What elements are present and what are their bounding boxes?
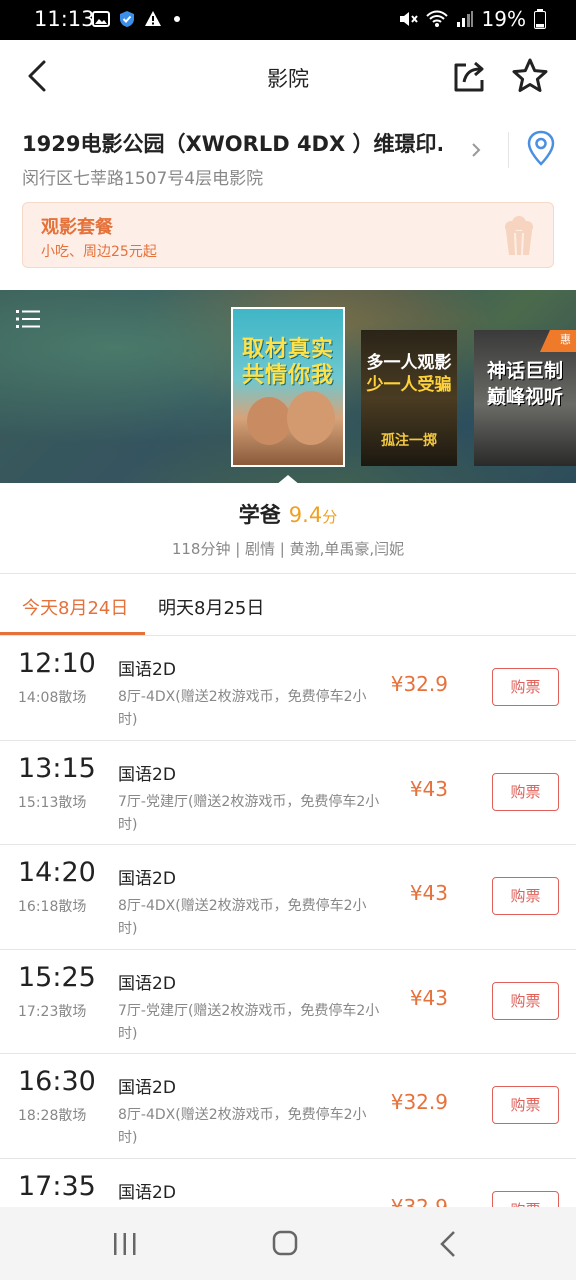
combo-title: 观影套餐	[41, 217, 113, 238]
tab-today[interactable]: 今天8月24日	[22, 594, 128, 620]
wifi-icon	[425, 10, 448, 27]
system-navigation-bar	[0, 1207, 576, 1280]
end-time: 16:18散场	[18, 899, 87, 915]
language-format: 国语2D	[118, 764, 176, 785]
movie-title-row: 学爸 9.4分	[0, 499, 576, 529]
share-icon[interactable]	[450, 56, 490, 96]
battery-icon	[534, 9, 546, 29]
showtime-row[interactable]: 13:15 15:13散场 国语2D 7厅-党建厅(赠送2枚游戏币，免费停车2小…	[0, 741, 576, 845]
snack-combo-banner[interactable]: 观影套餐 小吃、周边25元起	[22, 202, 554, 268]
movie-poster[interactable]: 多一人观影 少一人受骗 孤注一掷	[361, 330, 457, 466]
start-time: 12:10	[18, 648, 96, 679]
popcorn-icon	[505, 216, 533, 256]
movie-info: 学爸 9.4分 118分钟 | 剧情 | 黄渤,单禹豪,闫妮	[0, 483, 576, 573]
poster-figure	[287, 391, 335, 445]
hall-info: 8厅-4DX(赠送2枚游戏币，免费停车2小时)	[118, 689, 367, 728]
poster-text: 少一人受骗	[366, 375, 452, 395]
poster-text: 孤注一掷	[381, 433, 437, 449]
cinema-address: 闵行区七莘路1507号4层电影院	[22, 169, 264, 189]
start-time: 14:20	[18, 857, 96, 888]
movie-poster[interactable]: 神话巨制 巅峰视听 惠	[474, 330, 576, 466]
end-time: 15:13散场	[18, 794, 87, 811]
poster-text: 共情你我	[241, 363, 334, 388]
ticket-price: ¥32.9	[390, 1090, 448, 1114]
back-nav-icon[interactable]	[437, 1229, 459, 1259]
ticket-price: ¥43	[409, 985, 448, 1010]
start-time: 15:25	[18, 961, 96, 993]
gallery-icon	[92, 11, 110, 27]
home-icon[interactable]	[271, 1229, 299, 1257]
language-format: 国语2D	[118, 869, 176, 889]
chevron-right-icon[interactable]	[464, 138, 488, 162]
movie-score-unit: 分	[322, 508, 338, 526]
end-time: 14:08散场	[18, 690, 87, 706]
divider	[508, 132, 509, 168]
tab-tomorrow[interactable]: 明天8月25日	[158, 594, 264, 620]
end-time: 18:28散场	[18, 1108, 87, 1124]
showtime-row[interactable]: 14:20 16:18散场 国语2D 8厅-4DX(赠送2枚游戏币，免费停车2小…	[0, 845, 576, 950]
more-notifications-dot	[174, 16, 180, 22]
ticket-price: ¥43	[409, 776, 448, 801]
cinema-info[interactable]: 1929电影公园（XWORLD 4DX ）维璟印... 闵行区七莘路1507号4…	[0, 112, 576, 198]
movie-score: 9.4	[288, 503, 323, 527]
showtime-row[interactable]: 16:30 18:28散场 国语2D 8厅-4DX(赠送2枚游戏币，免费停车2小…	[0, 1054, 576, 1159]
showtime-list: 12:10 14:08散场 国语2D 8厅-4DX(赠送2枚游戏币，免费停车2小…	[0, 636, 576, 1263]
buy-ticket-button[interactable]: 购票	[492, 1086, 559, 1124]
favorite-star-icon[interactable]	[510, 56, 550, 96]
date-tabs: 今天8月24日 明天8月25日	[0, 574, 576, 636]
cinema-name: 1929电影公园（XWORLD 4DX ）维璟印...	[22, 132, 442, 156]
showtime-row[interactable]: 12:10 14:08散场 国语2D 8厅-4DX(赠送2枚游戏币，免费停车2小…	[0, 636, 576, 741]
warning-icon	[145, 11, 161, 26]
ticket-price: ¥32.9	[390, 672, 448, 696]
battery-percent: 19%	[481, 7, 526, 31]
signal-icon	[456, 11, 473, 27]
start-time: 17:35	[18, 1170, 96, 1202]
language-format: 国语2D	[118, 660, 176, 680]
start-time: 13:15	[18, 752, 96, 784]
movie-title: 学爸	[238, 503, 281, 527]
movie-meta: 118分钟 | 剧情 | 黄渤,单禹豪,闫妮	[171, 540, 405, 558]
buy-ticket-button[interactable]: 购票	[492, 772, 559, 811]
status-time: 11:13	[34, 7, 95, 31]
location-pin-icon[interactable]	[526, 130, 556, 166]
hall-info: 7厅-党建厅(赠送2枚游戏币，免费停车2小时)	[118, 793, 380, 833]
end-time: 17:23散场	[18, 1003, 87, 1020]
movie-carousel[interactable]: 取材真实 共情你我 多一人观影 少一人受骗 孤注一掷 神话巨制 巅峰视听 惠	[0, 290, 576, 483]
language-format: 国语2D	[118, 973, 176, 994]
buy-ticket-button[interactable]: 购票	[492, 877, 559, 915]
combo-subtitle: 小吃、周边25元起	[41, 244, 157, 260]
poster-text: 神话巨制	[486, 360, 563, 382]
hall-info: 8厅-4DX(赠送2枚游戏币，免费停车2小时)	[118, 1107, 367, 1146]
system-icons: 19%	[398, 7, 546, 31]
poster-figure	[247, 397, 291, 445]
notification-icons	[92, 10, 180, 28]
recent-apps-icon[interactable]	[112, 1231, 138, 1257]
movie-poster-selected[interactable]: 取材真实 共情你我	[231, 307, 345, 467]
mute-icon	[399, 12, 418, 26]
poster-text: 巅峰视听	[486, 386, 563, 408]
hall-info: 7厅-党建厅(赠送2枚游戏币，免费停车2小时)	[118, 1002, 380, 1042]
showtime-row[interactable]: 15:25 17:23散场 国语2D 7厅-党建厅(赠送2枚游戏币，免费停车2小…	[0, 950, 576, 1054]
ticket-price: ¥43	[409, 881, 448, 905]
buy-ticket-button[interactable]: 购票	[492, 668, 559, 706]
list-menu-icon[interactable]	[16, 308, 40, 330]
buy-ticket-button[interactable]: 购票	[492, 981, 559, 1020]
language-format: 国语2D	[118, 1078, 176, 1098]
hall-info: 8厅-4DX(赠送2枚游戏币，免费停车2小时)	[118, 898, 367, 937]
top-app-bar: 影院	[0, 40, 576, 112]
start-time: 16:30	[18, 1066, 96, 1097]
status-bar: 11:13 19%	[0, 0, 576, 40]
language-format: 国语2D	[118, 1182, 176, 1203]
shield-icon	[120, 11, 134, 27]
